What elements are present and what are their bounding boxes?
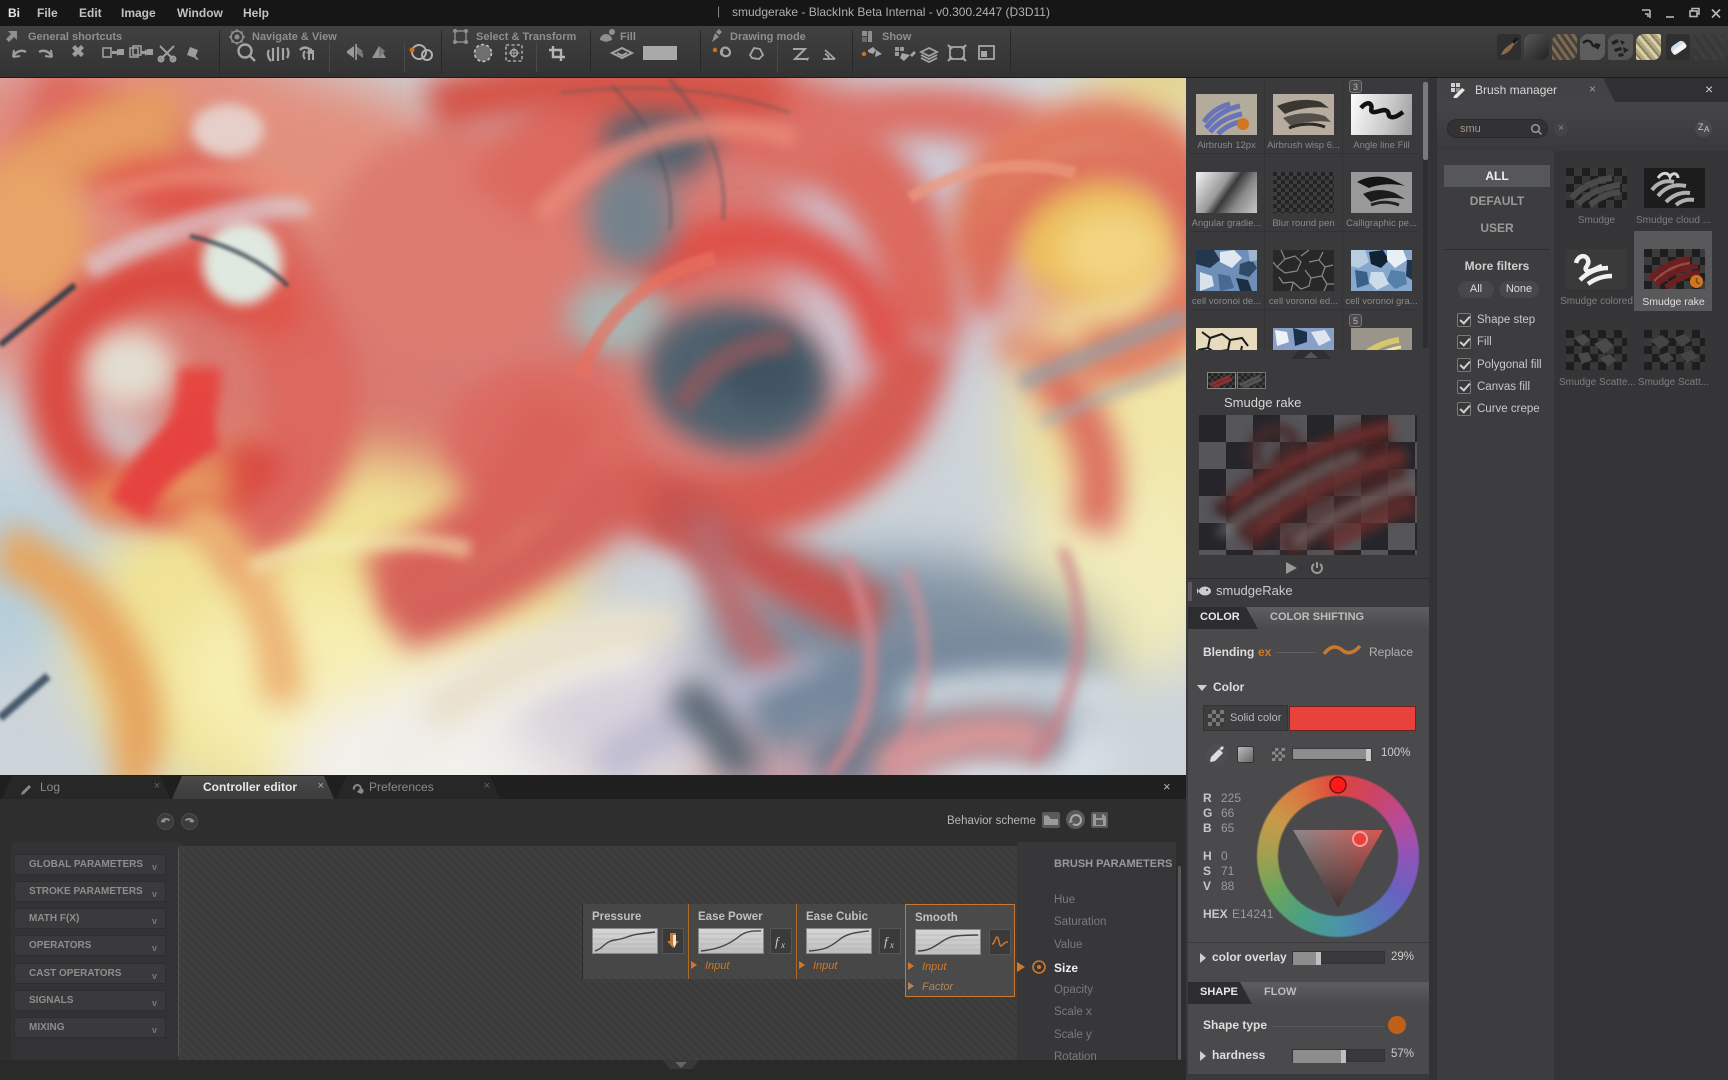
svg-text:x: x [780, 940, 785, 950]
svg-text:x: x [889, 940, 894, 950]
